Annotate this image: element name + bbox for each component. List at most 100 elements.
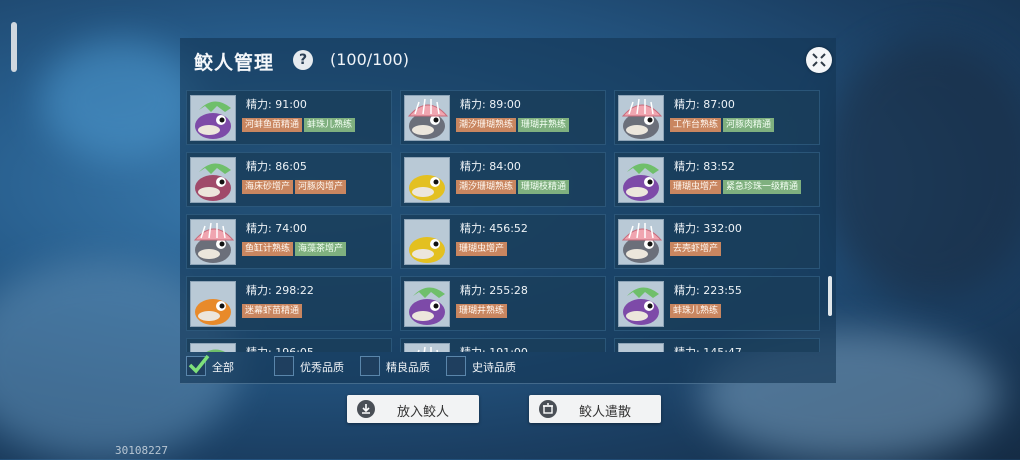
merfolk-energy: 精力: 456:52 [460, 222, 528, 235]
merfolk-energy: 精力: 83:52 [674, 160, 735, 173]
quality-filter-label: 史诗品质 [472, 361, 516, 374]
merfolk-skill-tags: 珊瑚井熟练 [456, 298, 509, 318]
merfolk-energy: 精力: 86:05 [246, 160, 307, 173]
merfolk-skill-tags: 蚌珠儿熟练 [670, 298, 723, 318]
skill-tag: 蚌珠儿熟练 [304, 118, 356, 132]
put-in-merfolk-label: 放入鲛人 [396, 405, 449, 420]
merfolk-card[interactable]: 精力: 298:22 迷幕虾苗精通 [186, 276, 392, 331]
checkbox-box[interactable] [274, 356, 294, 376]
skill-tag: 潮汐珊瑚熟练 [456, 118, 517, 132]
skill-tag: 珊瑚虫增产 [670, 180, 722, 194]
merfolk-skill-tags: 珊瑚虫增产 [456, 236, 509, 256]
quality-filter-label: 精良品质 [386, 361, 430, 374]
merfolk-card[interactable]: 精力: 84:00 潮汐珊瑚熟练 珊瑚枝精通 [400, 152, 606, 207]
merfolk-card[interactable]: 精力: 145:47 [614, 338, 820, 352]
merfolk-skill-tags: 鱼缸计熟练 海藻茶增产 [242, 236, 348, 256]
skill-tag: 海藻茶增产 [295, 242, 347, 256]
merfolk-energy: 精力: 255:28 [460, 284, 528, 297]
merfolk-portrait [618, 157, 664, 203]
skill-tag: 潮汐珊瑚熟练 [456, 180, 517, 194]
merfolk-portrait [618, 95, 664, 141]
merfolk-portrait [190, 343, 236, 352]
merfolk-card[interactable]: 精力: 83:52 珊瑚虫增产 紧急珍珠一级精通 [614, 152, 820, 207]
checkmark-icon [188, 354, 210, 374]
quality-filter-bar: 全部 优秀品质 精良品质 史诗品质 [186, 354, 826, 380]
merfolk-card[interactable]: 精力: 87:00 工作台熟练 河豚肉精通 [614, 90, 820, 145]
merfolk-portrait [404, 219, 450, 265]
merfolk-card[interactable]: 精力: 255:28 珊瑚井熟练 [400, 276, 606, 331]
merfolk-portrait [404, 95, 450, 141]
merfolk-energy: 精力: 145:47 [674, 344, 742, 352]
merfolk-list[interactable]: 精力: 91:00 河蚌鱼苗精通 蚌珠儿熟练 精力: 89:00 潮汐珊瑚熟练 珊瑚井熟… [186, 90, 826, 352]
merfolk-skill-tags: 珊瑚虫增产 紧急珍珠一级精通 [670, 174, 803, 194]
merfolk-skill-tags: 河蚌鱼苗精通 蚌珠儿熟练 [242, 112, 357, 132]
skill-tag: 珊瑚井熟练 [518, 118, 570, 132]
background-shape [40, 40, 200, 160]
merfolk-portrait [404, 343, 450, 352]
merfolk-card[interactable]: 精力: 223:55 蚌珠儿熟练 [614, 276, 820, 331]
merfolk-card[interactable]: 精力: 456:52 珊瑚虫增产 [400, 214, 606, 269]
skill-tag: 河豚肉精通 [723, 118, 775, 132]
merfolk-skill-tags: 潮汐珊瑚熟练 珊瑚井熟练 [456, 112, 571, 132]
merfolk-skill-tags: 迷幕虾苗精通 [242, 298, 304, 318]
skill-tag: 珊瑚枝精通 [518, 180, 570, 194]
merfolk-energy: 精力: 89:00 [460, 98, 521, 111]
merfolk-count: (100/100) [330, 50, 409, 69]
skill-tag: 鱼缸计熟练 [242, 242, 294, 256]
merfolk-energy: 精力: 196:05 [246, 344, 314, 352]
merfolk-portrait [618, 343, 664, 352]
merfolk-card[interactable]: 精力: 91:00 河蚌鱼苗精通 蚌珠儿熟练 [186, 90, 392, 145]
skill-tag: 紧急珍珠一级精通 [723, 180, 802, 194]
skill-tag: 河蚌鱼苗精通 [242, 118, 303, 132]
merfolk-portrait [404, 281, 450, 327]
merfolk-card[interactable]: 精力: 196:05 [186, 338, 392, 352]
merfolk-portrait [190, 157, 236, 203]
merfolk-portrait [618, 219, 664, 265]
skill-tag: 蚌珠儿熟练 [670, 304, 722, 318]
merfolk-energy: 精力: 84:00 [460, 160, 521, 173]
quality-filter-label: 全部 [212, 361, 234, 374]
side-pull-handle[interactable] [11, 22, 17, 72]
checkbox-box[interactable] [446, 356, 466, 376]
merfolk-card[interactable]: 精力: 191:00 [400, 338, 606, 352]
merfolk-energy: 精力: 191:00 [460, 344, 528, 352]
dismiss-merfolk-label: 鲛人遣散 [578, 405, 631, 420]
skill-tag: 去壳虾增产 [670, 242, 722, 256]
player-id: 30108227 [115, 444, 168, 457]
skill-tag: 工作台熟练 [670, 118, 722, 132]
merfolk-energy: 精力: 87:00 [674, 98, 735, 111]
close-icon [812, 53, 826, 67]
help-icon[interactable]: ? [293, 50, 313, 70]
merfolk-card[interactable]: 精力: 74:00 鱼缸计熟练 海藻茶增产 [186, 214, 392, 269]
close-button[interactable] [806, 47, 832, 73]
skill-tag: 迷幕虾苗精通 [242, 304, 303, 318]
checkbox-box[interactable] [186, 354, 210, 376]
checkbox-box[interactable] [360, 356, 380, 376]
skill-tag: 海床砂增产 [242, 180, 294, 194]
merfolk-portrait [618, 281, 664, 327]
merfolk-portrait [404, 157, 450, 203]
merfolk-energy: 精力: 298:22 [246, 284, 314, 297]
merfolk-card[interactable]: 精力: 332:00 去壳虾增产 [614, 214, 820, 269]
merfolk-portrait [190, 281, 236, 327]
merfolk-skill-tags: 潮汐珊瑚熟练 珊瑚枝精通 [456, 174, 571, 194]
merfolk-card[interactable]: 精力: 89:00 潮汐珊瑚熟练 珊瑚井熟练 [400, 90, 606, 145]
merfolk-energy: 精力: 74:00 [246, 222, 307, 235]
merfolk-skill-tags: 海床砂增产 河豚肉增产 [242, 174, 348, 194]
merfolk-energy: 精力: 223:55 [674, 284, 742, 297]
panel-title: 鲛人管理 [194, 52, 275, 74]
merfolk-portrait [190, 95, 236, 141]
merfolk-card[interactable]: 精力: 86:05 海床砂增产 河豚肉增产 [186, 152, 392, 207]
merfolk-skill-tags: 去壳虾增产 [670, 236, 723, 256]
skill-tag: 河豚肉增产 [295, 180, 347, 194]
skill-tag: 珊瑚井熟练 [456, 304, 508, 318]
merfolk-energy: 精力: 332:00 [674, 222, 742, 235]
skill-tag: 珊瑚虫增产 [456, 242, 508, 256]
merfolk-skill-tags: 工作台熟练 河豚肉精通 [670, 112, 776, 132]
list-scrollbar[interactable] [828, 276, 832, 316]
quality-filter-label: 优秀品质 [300, 361, 344, 374]
background-shape [820, 40, 1020, 300]
put-in-merfolk-button[interactable]: 放入鲛人 [347, 395, 479, 423]
merfolk-energy: 精力: 91:00 [246, 98, 307, 111]
dismiss-merfolk-button[interactable]: 鲛人遣散 [529, 395, 661, 423]
